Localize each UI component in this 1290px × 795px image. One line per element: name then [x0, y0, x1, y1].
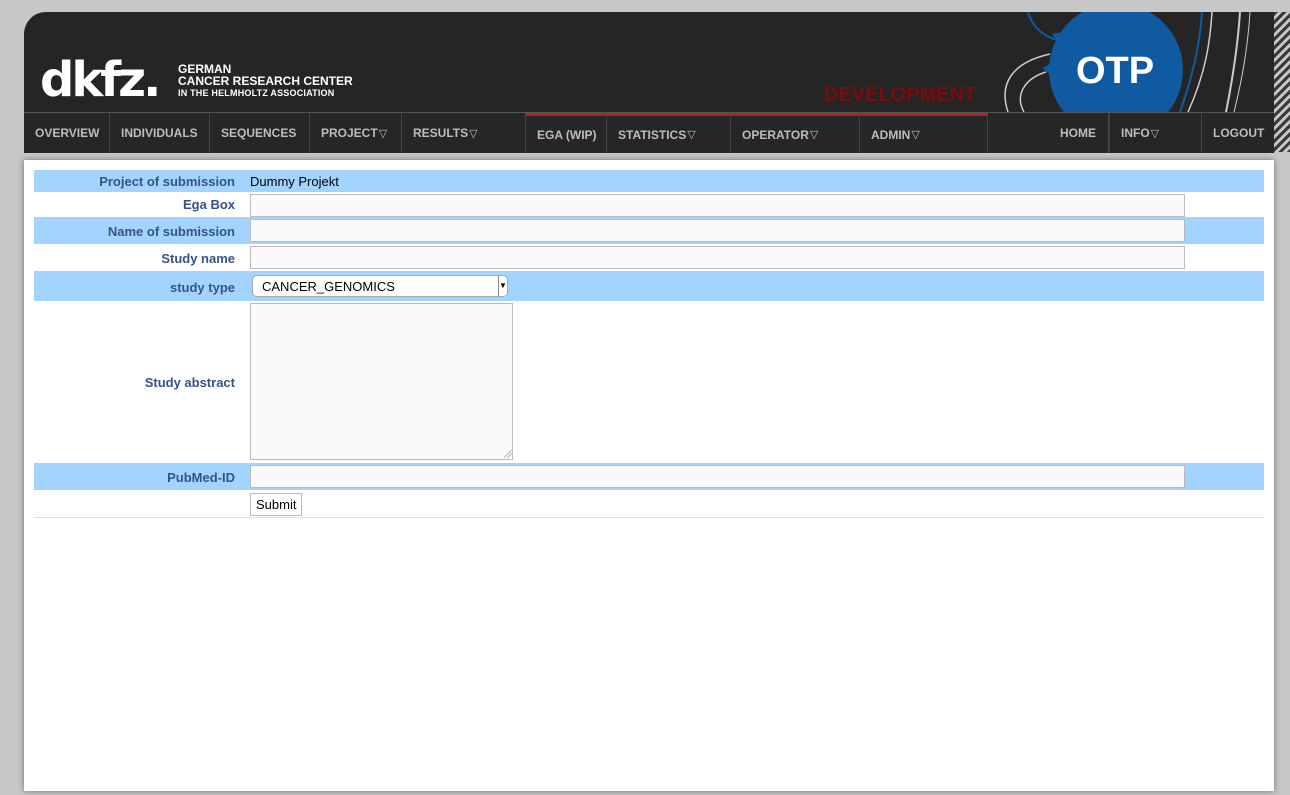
nav-overview-label: OVERVIEW	[35, 126, 100, 140]
nav-individuals-label: INDIVIDUALS	[121, 126, 198, 140]
logo-line-2: CANCER RESEARCH CENTER	[178, 74, 353, 88]
decorative-stripes	[1274, 12, 1290, 152]
environment-label: DEVELOPMENT	[824, 84, 977, 106]
nav-operator[interactable]: OPERATOR ▽	[731, 113, 860, 153]
nav-results-label: RESULTS	[413, 126, 469, 140]
nav-operator-label: OPERATOR	[742, 127, 809, 142]
nav-info-label: INFO	[1121, 126, 1150, 140]
nav-logout[interactable]: LOGOUT	[1202, 113, 1274, 153]
nav-home[interactable]: HOME	[1049, 113, 1109, 153]
nav-individuals[interactable]: INDIVIDUALS	[110, 113, 210, 153]
nav-admin[interactable]: ADMIN ▽	[860, 113, 988, 153]
dropdown-triangle-icon: ▽	[1150, 126, 1160, 140]
nav-project-label: PROJECT	[321, 126, 378, 140]
dropdown-triangle-icon: ▽	[911, 128, 920, 141]
study-name-input[interactable]	[250, 246, 1185, 269]
main-nav: OVERVIEW INDIVIDUALS SEQUENCES PROJECT ▽ …	[24, 112, 1274, 153]
ega-submission-form: Project of submission Dummy Projekt Ega …	[34, 170, 1264, 518]
row-study-name: Study name	[34, 244, 1264, 271]
submission-name-label: Name of submission	[107, 224, 235, 239]
main-content: Project of submission Dummy Projekt Ega …	[24, 160, 1274, 791]
row-study-abstract: Study abstract	[34, 301, 1264, 463]
logo-line-3: IN THE HELMHOLTZ ASSOCIATION	[178, 88, 335, 98]
nav-statistics[interactable]: STATISTICS ▽	[607, 113, 731, 153]
dropdown-triangle-icon: ▽	[809, 128, 819, 141]
dropdown-triangle-icon: ▽	[469, 126, 478, 140]
nav-sequences-label: SEQUENCES	[221, 126, 297, 140]
page-header: dkfz. GERMAN CANCER RESEARCH CENTER IN T…	[24, 12, 1274, 112]
row-submission-name: Name of submission	[34, 217, 1264, 244]
row-ega-box: Ega Box	[34, 192, 1264, 217]
nav-ega-label: EGA (WIP)	[537, 127, 597, 142]
chevron-down-icon: ▼	[498, 276, 507, 296]
otp-logo[interactable]: OTP	[1076, 50, 1154, 93]
submit-button[interactable]: Submit	[250, 493, 303, 516]
nav-home-label: HOME	[1060, 126, 1096, 140]
study-type-label: study type	[169, 280, 235, 295]
study-abstract-label: Study abstract	[144, 375, 235, 390]
study-type-selected: CANCER_GENOMICS	[262, 279, 395, 294]
nav-overview[interactable]: OVERVIEW	[24, 113, 110, 153]
nav-sequences[interactable]: SEQUENCES	[210, 113, 310, 153]
nav-statistics-label: STATISTICS	[618, 127, 687, 142]
dkfz-logo[interactable]: dkfz.	[40, 56, 161, 104]
project-label: Project of submission	[99, 174, 235, 189]
nav-results[interactable]: RESULTS ▽	[402, 113, 526, 153]
nav-info[interactable]: INFO ▽	[1109, 113, 1202, 153]
dkfz-logo-text: GERMAN CANCER RESEARCH CENTER IN THE HEL…	[178, 63, 353, 99]
dropdown-triangle-icon: ▽	[378, 126, 388, 140]
dropdown-triangle-icon: ▽	[687, 128, 696, 141]
nav-admin-label: ADMIN	[871, 127, 911, 142]
row-study-type: study type CANCER_GENOMICS ▼	[34, 271, 1264, 301]
row-pubmed: PubMed-ID	[34, 463, 1264, 490]
ega-box-label: Ega Box	[182, 197, 235, 212]
study-abstract-textarea[interactable]	[250, 303, 513, 460]
nav-project[interactable]: PROJECT ▽	[310, 113, 402, 153]
nav-logout-label: LOGOUT	[1213, 126, 1265, 140]
study-name-label: Study name	[161, 251, 235, 266]
pubmed-label: PubMed-ID	[167, 470, 235, 485]
project-value: Dummy Projekt	[250, 174, 339, 189]
nav-ega[interactable]: EGA (WIP)	[525, 113, 607, 153]
row-submit: Submit	[34, 490, 1264, 518]
resize-grip-icon[interactable]	[504, 450, 512, 458]
submission-name-input[interactable]	[250, 219, 1185, 242]
study-type-select[interactable]: CANCER_GENOMICS ▼	[252, 275, 508, 297]
row-project: Project of submission Dummy Projekt	[34, 170, 1264, 192]
pubmed-input[interactable]	[250, 465, 1185, 488]
ega-box-input[interactable]	[250, 194, 1185, 217]
